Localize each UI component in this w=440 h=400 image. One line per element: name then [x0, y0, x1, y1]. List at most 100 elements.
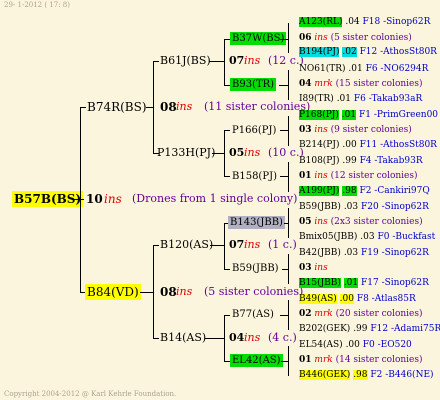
gen4-node[interactable]: I89(TR): [299, 94, 334, 104]
gen2-ins-mark: ins: [244, 146, 261, 159]
connector: [74, 199, 84, 200]
connector: [288, 162, 289, 192]
gen3-detail: 01 ins (12 sister colonies): [299, 171, 418, 182]
gen3-note: (14 sister colonies): [335, 355, 423, 365]
connector: [153, 338, 159, 339]
gen3-detail: 06 ins (5 sister colonies): [299, 33, 412, 44]
gen2-note: (1 c.): [268, 238, 297, 251]
connector: [80, 107, 81, 292]
gen4-reference: F18 -Sinop62R: [362, 17, 431, 27]
gen2-node[interactable]: B120(AS): [160, 238, 213, 252]
connector: [205, 338, 225, 339]
root-ins-mark: ins: [104, 192, 122, 206]
gen4-row[interactable]: B202(GEK) .99 F12 -Adami75R: [299, 324, 440, 335]
gen4-node[interactable]: Bmix05(JBB): [299, 232, 357, 242]
gen4-value: .99: [353, 324, 368, 334]
gen4-row[interactable]: B194(PJ) .02 F12 -AthosSt80R: [299, 47, 437, 58]
gen4-reference: F2 -B446(NE): [370, 370, 434, 380]
connector: [280, 176, 288, 177]
gen4-row[interactable]: B108(PJ) .99 F4 -Takab93R: [299, 156, 423, 167]
gen1-node[interactable]: B84(VD): [85, 284, 141, 300]
connector: [288, 208, 289, 238]
gen4-node[interactable]: B214(PJ): [299, 140, 339, 150]
connector: [288, 254, 289, 284]
connector: [153, 61, 159, 62]
gen4-row[interactable]: B214(PJ) .00 F11 -AthosSt80R: [299, 140, 437, 151]
connector: [224, 223, 225, 269]
gen4-node[interactable]: B15(JBB): [299, 278, 341, 288]
connector: [153, 245, 154, 338]
gen3-node[interactable]: B77(AS): [232, 308, 274, 321]
gen4-node[interactable]: B42(JBB): [299, 248, 341, 258]
gen4-reference: F1 -PrimGreen00: [359, 110, 439, 120]
gen3-generation: 01: [299, 171, 312, 181]
gen4-row[interactable]: P168(PJ) .01 F1 -PrimGreen00: [299, 110, 438, 121]
gen3-node[interactable]: B59(JBB): [232, 262, 279, 275]
gen3-generation: 01: [299, 355, 312, 365]
gen3-node[interactable]: B37W(BS): [230, 32, 287, 45]
gen4-node[interactable]: B59(JBB): [299, 202, 341, 212]
gen1-generation: 08: [160, 285, 177, 299]
connector: [288, 346, 289, 376]
gen4-row[interactable]: B15(JBB) .01 F17 -Sinop62R: [299, 278, 429, 289]
gen4-node[interactable]: B202(GEK): [299, 324, 350, 334]
gen4-row[interactable]: B42(JBB) .03 F19 -Sinop62R: [299, 248, 429, 259]
gen4-value: .01: [336, 94, 352, 104]
gen4-row[interactable]: Bmix05(JBB) .03 F0 -Buckfast: [299, 232, 435, 243]
gen3-generation: 02: [299, 309, 312, 319]
connector: [280, 130, 288, 131]
gen4-value: .01: [341, 110, 357, 120]
root-node[interactable]: B57B(BS): [12, 191, 84, 207]
connector: [153, 245, 159, 246]
connector: [80, 107, 86, 108]
gen3-detail: 03 ins: [299, 263, 328, 274]
gen3-node[interactable]: B93(TR): [230, 78, 277, 91]
gen2-node[interactable]: P133H(PJ): [157, 146, 215, 160]
date-stamp: 29- 1-2012 ( 17: 8): [4, 1, 70, 9]
gen4-row[interactable]: B59(JBB) .03 F20 -Sinop62R: [299, 202, 429, 213]
gen4-node[interactable]: NO61(TR): [299, 64, 346, 74]
gen4-row[interactable]: NO61(TR) .01 F6 -NO6294R: [299, 64, 428, 75]
gen4-row[interactable]: B49(AS) .00 F8 -Atlas85R: [299, 294, 416, 305]
gen4-row[interactable]: B446(GEK) .98 F2 -B446(NE): [299, 370, 434, 381]
connector: [280, 39, 288, 40]
gen4-node[interactable]: B446(GEK): [299, 370, 351, 380]
gen4-node[interactable]: A123(RL): [299, 17, 343, 27]
gen4-value: .01: [348, 64, 363, 74]
gen4-node[interactable]: P168(PJ): [299, 110, 339, 120]
gen4-row[interactable]: EL54(AS) .00 F0 -EO520: [299, 340, 412, 351]
gen4-node[interactable]: A199(PJ): [299, 186, 340, 196]
gen3-ins-mark: mrk: [314, 309, 333, 319]
gen4-node[interactable]: B194(PJ): [299, 47, 340, 57]
gen4-row[interactable]: I89(TR) .01 F6 -Takab93aR: [299, 94, 422, 105]
connector: [282, 269, 288, 270]
gen4-node[interactable]: B49(AS): [299, 294, 337, 304]
gen3-note: (15 sister colonies): [335, 79, 423, 89]
gen3-node[interactable]: B143(JBB): [228, 216, 285, 229]
gen2-node[interactable]: B61J(BS): [160, 54, 211, 68]
gen4-value: .03: [360, 232, 375, 242]
gen4-node[interactable]: B108(PJ): [299, 156, 339, 166]
gen4-value: .98: [342, 186, 357, 196]
gen4-node[interactable]: EL54(AS): [299, 340, 343, 350]
gen4-value: .99: [342, 156, 357, 166]
gen3-node[interactable]: B158(PJ): [232, 170, 277, 183]
gen3-note: (12 sister colonies): [330, 171, 418, 181]
gen4-row[interactable]: A199(PJ) .98 F2 -Cankiri97Q: [299, 186, 430, 197]
gen4-value: .00: [342, 140, 357, 150]
gen4-value: .00: [339, 294, 354, 304]
gen1-note: (5 sister colonies): [204, 285, 304, 298]
gen3-node[interactable]: P166(PJ): [232, 124, 276, 137]
gen3-note: (2x3 sister colonies): [330, 217, 423, 227]
gen4-value: .02: [342, 47, 357, 57]
gen1-node[interactable]: B74R(BS): [87, 100, 147, 114]
connector: [224, 176, 230, 177]
connector: [288, 300, 289, 330]
gen2-node[interactable]: B14(AS): [160, 331, 206, 345]
gen3-node[interactable]: EL42(AS): [230, 354, 283, 367]
gen4-value: .03: [343, 202, 359, 212]
gen4-row[interactable]: A123(RL) .04 F18 -Sinop62R: [299, 17, 430, 28]
gen3-ins-mark: mrk: [314, 79, 333, 89]
gen4-reference: F0 -EO520: [362, 340, 412, 350]
gen4-reference: F20 -Sinop62R: [361, 202, 429, 212]
